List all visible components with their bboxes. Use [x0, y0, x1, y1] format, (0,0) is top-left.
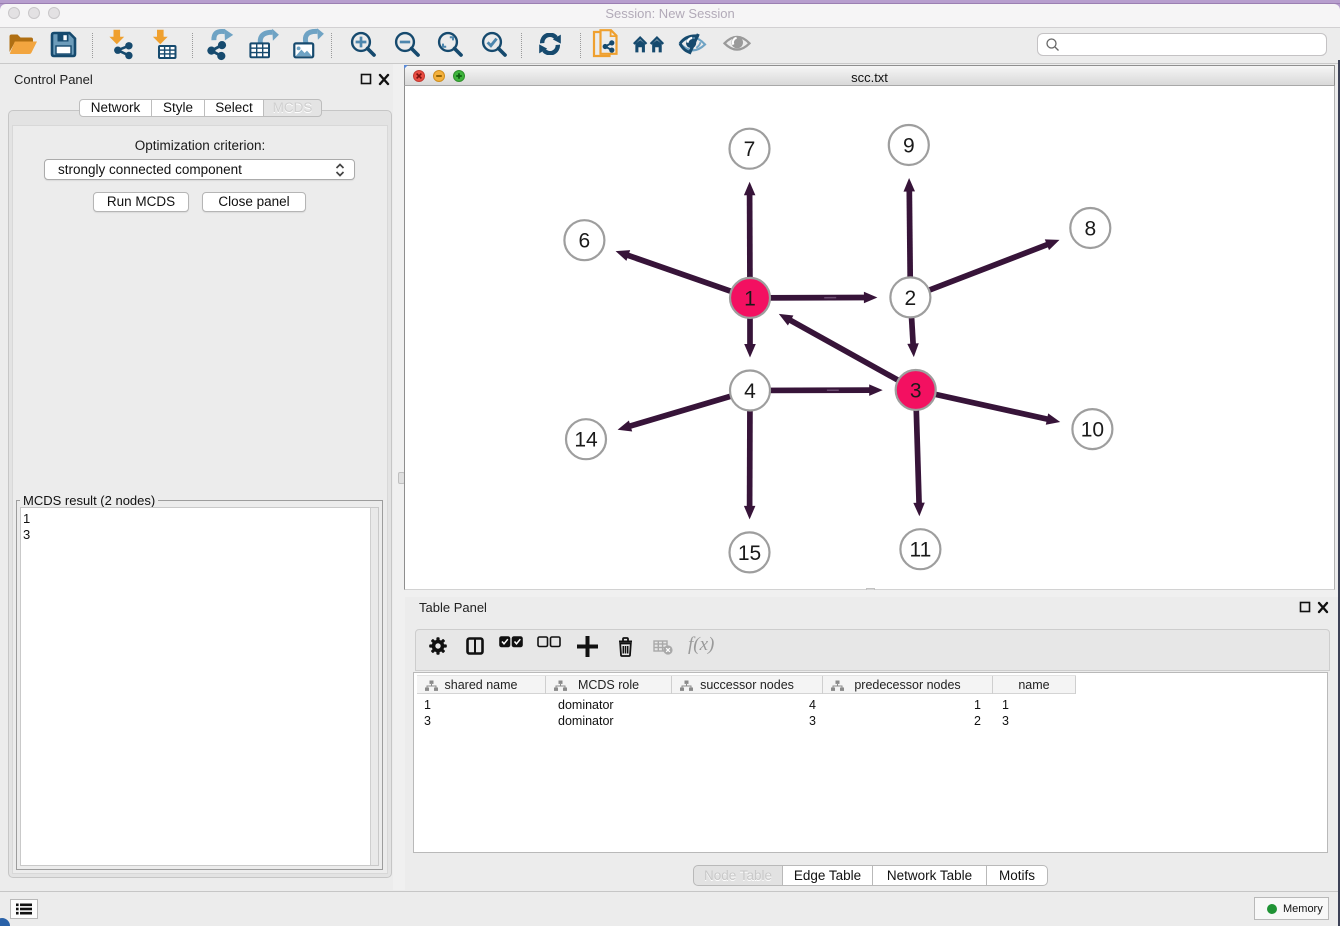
- svg-text:6: 6: [579, 230, 591, 253]
- svg-text:7: 7: [744, 138, 756, 161]
- svg-text:15: 15: [738, 542, 761, 565]
- svg-text:3: 3: [910, 380, 922, 403]
- svg-text:1: 1: [744, 287, 756, 310]
- svg-text:2: 2: [905, 287, 917, 310]
- svg-text:8: 8: [1084, 218, 1096, 241]
- svg-text:11: 11: [909, 539, 931, 562]
- svg-text:4: 4: [744, 380, 756, 403]
- svg-text:10: 10: [1081, 419, 1104, 442]
- svg-text:14: 14: [574, 429, 598, 452]
- svg-text:9: 9: [903, 135, 915, 158]
